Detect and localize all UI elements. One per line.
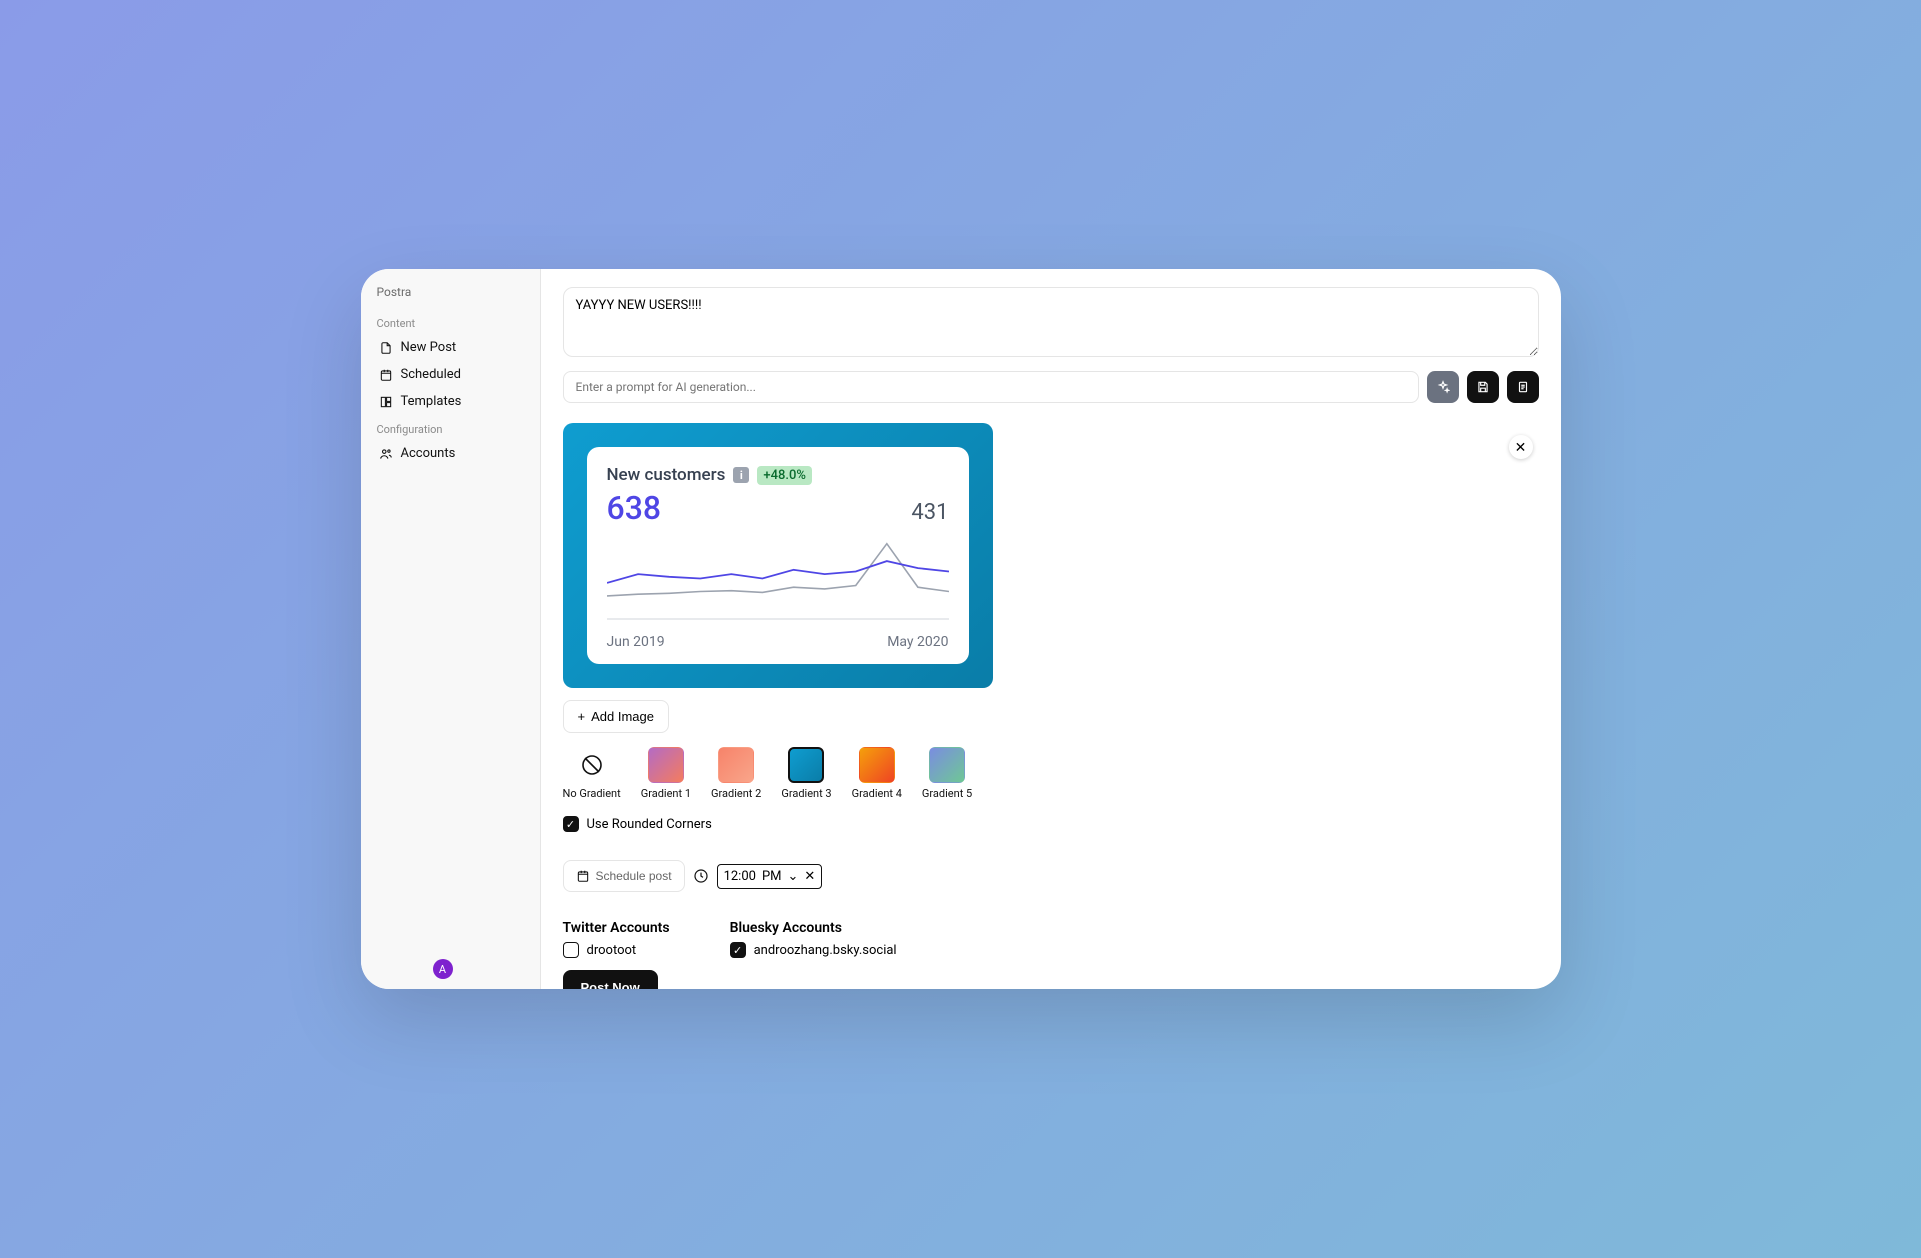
add-image-button[interactable]: + Add Image	[563, 700, 669, 733]
rounded-corners-checkbox[interactable]	[563, 816, 579, 832]
gradient-label: Gradient 5	[922, 787, 972, 800]
time-value: 12:00	[724, 869, 756, 884]
close-preview-button[interactable]: ✕	[1509, 435, 1533, 459]
layout-icon	[379, 395, 393, 409]
gradient-none[interactable]: No Gradient	[563, 747, 621, 800]
ai-prompt-input[interactable]	[563, 371, 1419, 403]
calendar-icon	[379, 368, 393, 382]
gradient-label: Gradient 3	[781, 787, 831, 800]
sidebar: Postra Content New Post Scheduled Templa…	[361, 269, 541, 989]
nav-accounts[interactable]: Accounts	[371, 440, 530, 467]
save-icon	[1476, 380, 1490, 394]
end-date: May 2020	[887, 634, 948, 650]
chart	[607, 531, 949, 626]
gradient-label: Gradient 1	[641, 787, 691, 800]
gradient-swatch	[929, 747, 965, 783]
users-icon	[379, 447, 393, 461]
prev-value: 431	[911, 500, 948, 525]
gradient-4[interactable]: Gradient 4	[852, 747, 902, 800]
bluesky-accounts-title: Bluesky Accounts	[730, 920, 897, 936]
compose-textarea[interactable]	[563, 287, 1539, 357]
twitter-accounts-title: Twitter Accounts	[563, 920, 670, 936]
twitter-account-handle: drootoot	[587, 943, 637, 958]
nav-scheduled[interactable]: Scheduled	[371, 361, 530, 388]
plus-icon: +	[578, 709, 586, 724]
close-icon: ✕	[1515, 439, 1527, 455]
preview-frame: New customers i +48.0% 638 431 Jun	[563, 423, 993, 688]
stats-card: New customers i +48.0% 638 431 Jun	[587, 447, 969, 664]
gradient-3[interactable]: Gradient 3	[781, 747, 831, 800]
bluesky-account-checkbox[interactable]	[730, 942, 746, 958]
nav-label: Scheduled	[401, 367, 461, 382]
no-gradient-icon	[574, 747, 610, 783]
nav-templates[interactable]: Templates	[371, 388, 530, 415]
gradient-label: Gradient 2	[711, 787, 761, 800]
bluesky-account-handle: androozhang.bsky.social	[754, 943, 897, 958]
rounded-corners-label: Use Rounded Corners	[587, 817, 712, 832]
time-picker[interactable]: 12:00 PM ⌄ ✕	[717, 864, 823, 889]
current-value: 638	[607, 489, 662, 527]
file-icon	[379, 341, 393, 355]
nav-label: Templates	[401, 394, 462, 409]
nav-label: Accounts	[401, 446, 456, 461]
clock-icon	[693, 868, 709, 884]
ai-generate-button[interactable]	[1427, 371, 1459, 403]
gradient-picker: No Gradient Gradient 1 Gradient 2 Gradie…	[563, 747, 1539, 800]
gradient-label: No Gradient	[563, 787, 621, 800]
gradient-5[interactable]: Gradient 5	[922, 747, 972, 800]
add-image-label: Add Image	[591, 709, 654, 724]
brand: Postra	[371, 283, 530, 309]
document-button[interactable]	[1507, 371, 1539, 403]
gradient-label: Gradient 4	[852, 787, 902, 800]
gradient-swatch	[718, 747, 754, 783]
chevron-down-icon: ⌄	[788, 869, 799, 884]
start-date: Jun 2019	[607, 634, 665, 650]
sparkle-icon	[1436, 380, 1450, 394]
gradient-1[interactable]: Gradient 1	[641, 747, 691, 800]
gradient-swatch	[859, 747, 895, 783]
gradient-swatch	[648, 747, 684, 783]
avatar[interactable]: A	[433, 959, 453, 979]
calendar-icon	[576, 869, 590, 883]
info-icon: i	[733, 467, 749, 483]
gradient-2[interactable]: Gradient 2	[711, 747, 761, 800]
card-title: New customers	[607, 465, 726, 485]
nav-label: New Post	[401, 340, 457, 355]
save-button[interactable]	[1467, 371, 1499, 403]
twitter-account-checkbox[interactable]	[563, 942, 579, 958]
section-config-label: Configuration	[371, 415, 530, 440]
document-icon	[1516, 380, 1530, 394]
time-ampm: PM	[762, 869, 782, 884]
schedule-post-button[interactable]: Schedule post	[563, 860, 685, 892]
nav-new-post[interactable]: New Post	[371, 334, 530, 361]
clear-time-button[interactable]: ✕	[804, 869, 815, 884]
gradient-swatch	[788, 747, 824, 783]
schedule-label: Schedule post	[596, 869, 672, 883]
section-content-label: Content	[371, 309, 530, 334]
pct-change-badge: +48.0%	[757, 466, 812, 485]
post-now-button[interactable]: Post Now	[563, 970, 658, 989]
main-content: ✕ New customers i +48.0% 638 431	[541, 269, 1561, 989]
